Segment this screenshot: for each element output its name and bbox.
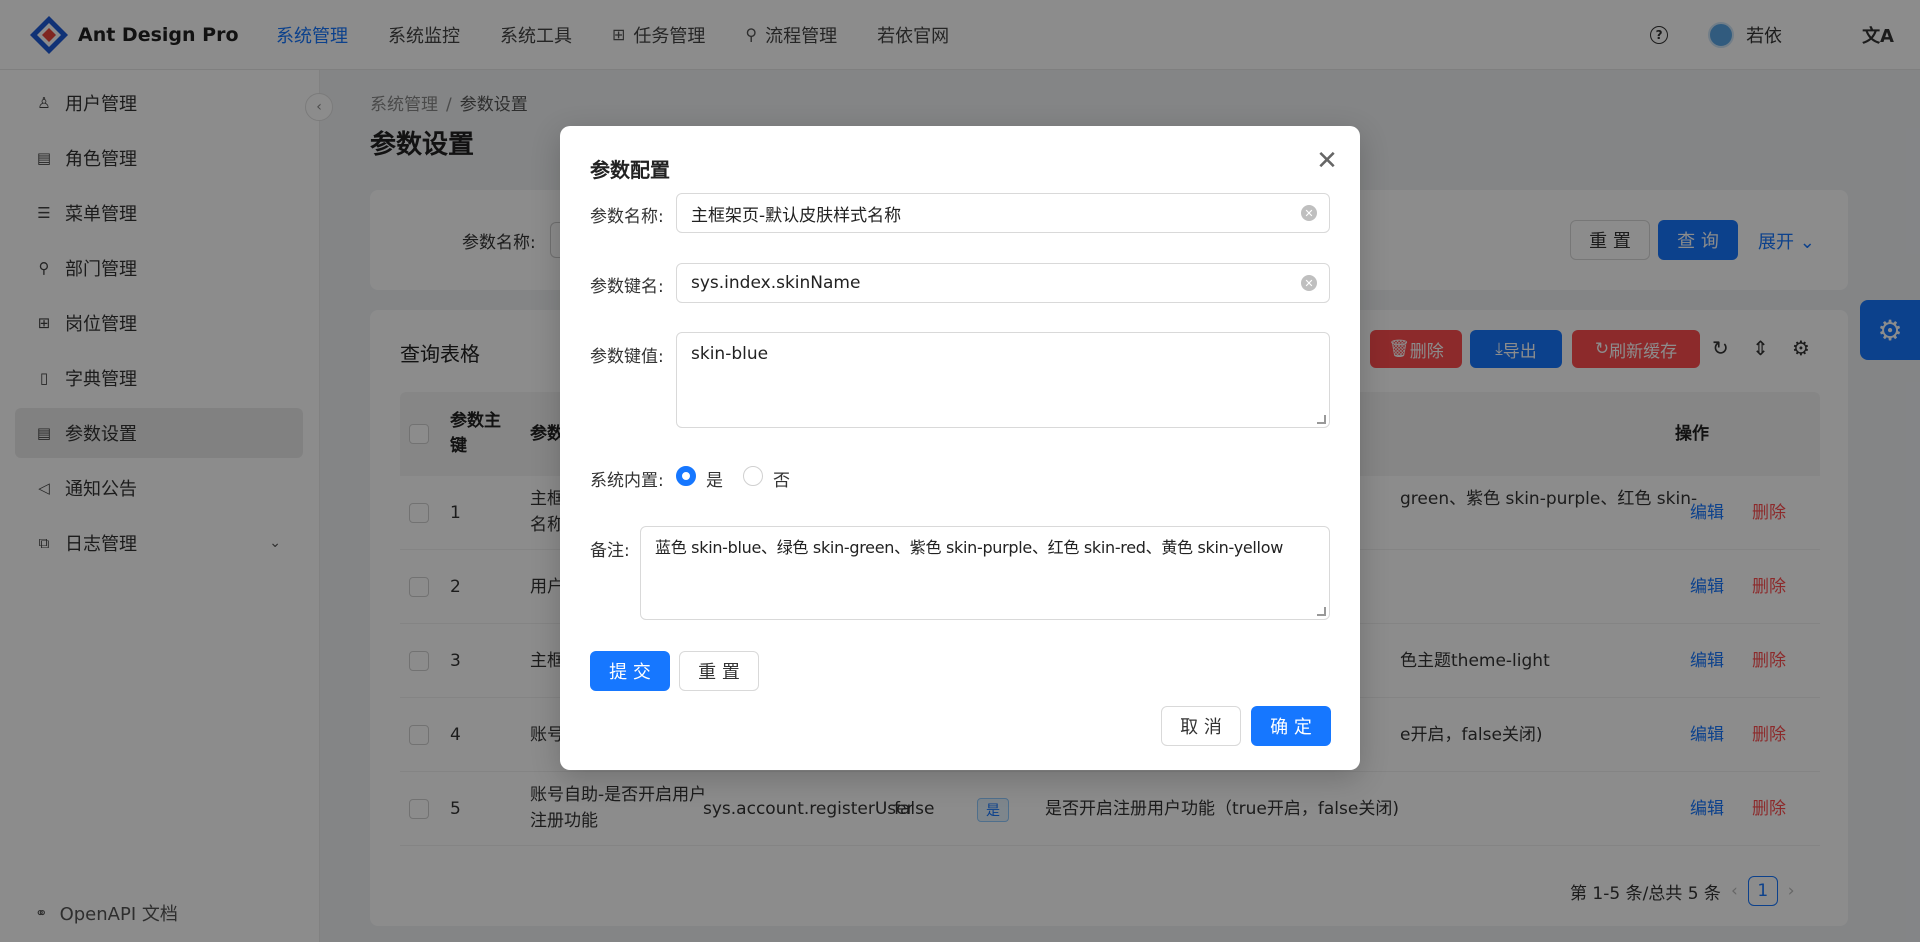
param-value-value: skin-blue: [691, 344, 769, 364]
remark-label: 备注:: [590, 541, 630, 561]
param-name-value: 主框架页-默认皮肤样式名称: [691, 205, 902, 226]
param-key-input[interactable]: sys.index.skinName ✕: [676, 263, 1330, 303]
param-key-value: sys.index.skinName: [691, 273, 861, 293]
remark-textarea[interactable]: 蓝色 skin-blue、绿色 skin-green、紫色 skin-purpl…: [640, 526, 1330, 620]
resize-grip-icon[interactable]: [1317, 607, 1326, 616]
clear-icon[interactable]: ✕: [1301, 205, 1317, 221]
param-name-input[interactable]: 主框架页-默认皮肤样式名称 ✕: [676, 193, 1330, 233]
param-name-label: 参数名称:: [590, 207, 664, 227]
cancel-button[interactable]: 取 消: [1161, 706, 1241, 746]
form-reset-button[interactable]: 重 置: [679, 651, 759, 691]
param-config-modal: 参数配置 ✕ 参数名称: 主框架页-默认皮肤样式名称 ✕ 参数键名: sys.i…: [560, 126, 1360, 770]
close-icon[interactable]: ✕: [1312, 146, 1342, 176]
param-key-label: 参数键名:: [590, 277, 664, 297]
builtin-no-radio[interactable]: [743, 466, 763, 486]
modal-title: 参数配置: [590, 158, 670, 182]
clear-icon[interactable]: ✕: [1301, 275, 1317, 291]
remark-value: 蓝色 skin-blue、绿色 skin-green、紫色 skin-purpl…: [655, 538, 1283, 557]
builtin-yes-label[interactable]: 是: [706, 466, 723, 491]
resize-grip-icon[interactable]: [1317, 415, 1326, 424]
ok-button[interactable]: 确 定: [1251, 706, 1331, 746]
builtin-no-label[interactable]: 否: [773, 466, 790, 491]
builtin-label: 系统内置:: [590, 471, 664, 491]
submit-button[interactable]: 提 交: [590, 651, 670, 691]
param-value-label: 参数键值:: [590, 347, 664, 367]
param-value-textarea[interactable]: skin-blue: [676, 332, 1330, 428]
builtin-yes-radio[interactable]: [676, 466, 696, 486]
